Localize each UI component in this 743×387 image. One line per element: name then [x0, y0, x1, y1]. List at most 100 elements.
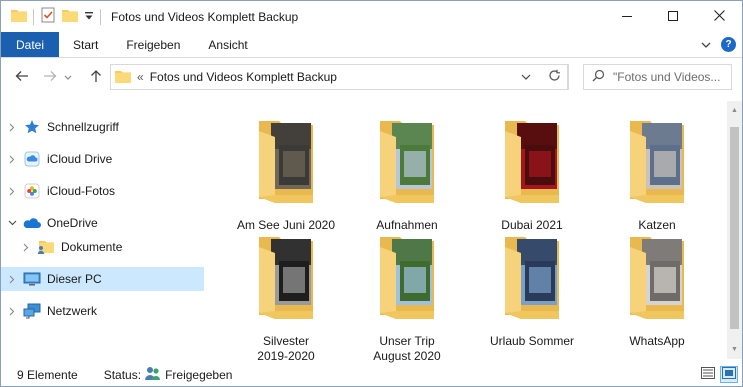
computer-icon — [23, 270, 41, 288]
folder-name: Silvester 2019-2020 — [228, 334, 344, 364]
vertical-scrollbar[interactable]: ▲ ▼ — [727, 101, 742, 359]
forward-button[interactable] — [37, 64, 63, 90]
folder-tile[interactable]: Unser Trip August 2020 — [349, 231, 465, 363]
folder-name-line: Unser Trip — [379, 334, 435, 348]
folder-thumbnail-icon — [503, 231, 561, 319]
window-controls — [604, 1, 742, 32]
address-dropdown-button[interactable] — [515, 65, 537, 89]
refresh-button[interactable] — [541, 64, 569, 90]
arrow-right-icon — [43, 70, 57, 85]
navigation-pane: Schnellzugriff iCloud Drive iCloud-Fotos — [1, 101, 204, 359]
chevron-down-icon — [521, 70, 531, 84]
folder-thumbnail-icon — [503, 115, 561, 203]
folder-tile[interactable]: Aufnahmen — [349, 115, 465, 235]
expand-ribbon-icon[interactable] — [701, 38, 711, 52]
onedrive-icon — [23, 214, 41, 232]
breadcrumb-overflow[interactable]: « — [137, 70, 144, 84]
properties-checkmark-icon[interactable] — [40, 7, 56, 26]
shared-users-icon — [144, 366, 162, 383]
folder-name-line: 2019-2020 — [257, 349, 315, 363]
nav-item-schnellzugriff[interactable]: Schnellzugriff — [1, 115, 204, 139]
folder-tile[interactable]: Urlaub Sommer — [474, 231, 590, 351]
folder-tile[interactable]: Katzen — [599, 115, 715, 235]
tab-datei[interactable]: Datei — [1, 32, 59, 57]
icloud-photos-icon — [23, 182, 41, 200]
folder-tile[interactable]: Am See Juni 2020 — [228, 115, 344, 235]
view-switcher — [699, 366, 738, 383]
close-button[interactable] — [696, 1, 742, 32]
scroll-up-icon[interactable]: ▲ — [727, 103, 742, 118]
chevron-right-icon[interactable] — [15, 243, 37, 252]
folder-thumbnail-icon — [257, 115, 315, 203]
status-value: Freigegeben — [165, 367, 233, 382]
nav-item-label: Dieser PC — [47, 272, 102, 286]
folder-tile[interactable]: Dubai 2021 — [474, 115, 590, 235]
folder-icon[interactable] — [11, 8, 27, 25]
nav-item-dokumente[interactable]: Dokumente — [1, 235, 204, 259]
search-icon — [592, 69, 605, 85]
chevron-right-icon[interactable] — [1, 123, 23, 132]
breadcrumb: « Fotos und Videos Komplett Backup — [111, 69, 337, 86]
status-label: Status: — [103, 367, 142, 382]
folder-tile[interactable]: WhatsApp — [599, 231, 715, 351]
folder-name: WhatsApp — [629, 334, 685, 348]
status-bar: 9 Elemente Status: Freigegeben — [1, 363, 742, 386]
tab-ansicht[interactable]: Ansicht — [194, 32, 261, 57]
arrow-left-icon — [15, 70, 29, 85]
tab-start[interactable]: Start — [59, 32, 112, 57]
scroll-down-icon[interactable]: ▼ — [727, 342, 742, 357]
explorer-window: Fotos und Videos Komplett Backup Datei S… — [0, 0, 743, 387]
title-bar: Fotos und Videos Komplett Backup — [1, 1, 742, 32]
large-icons-view-button[interactable] — [720, 366, 738, 383]
file-view: Am See Juni 2020 Aufnahmen Dubai 2021 Katze… — [206, 101, 726, 363]
chevron-down-icon — [64, 70, 72, 84]
nav-item-netzwerk[interactable]: Netzwerk — [1, 299, 204, 323]
folder-name-line: Silvester — [262, 334, 309, 348]
chevron-right-icon[interactable] — [1, 155, 23, 164]
folder-name: Urlaub Sommer — [489, 334, 575, 348]
details-view-button[interactable] — [699, 366, 717, 383]
minimize-icon — [622, 10, 632, 24]
chevron-down-icon[interactable] — [1, 220, 23, 226]
chevron-right-icon[interactable] — [1, 275, 23, 284]
breadcrumb-current[interactable]: Fotos und Videos Komplett Backup — [150, 70, 337, 84]
large-icons-view-icon — [722, 367, 736, 382]
maximize-button[interactable] — [650, 1, 696, 32]
star-icon — [23, 118, 41, 136]
folder-icon — [115, 69, 131, 86]
help-icon[interactable]: ? — [721, 37, 736, 52]
customize-dropdown-icon[interactable] — [84, 10, 94, 24]
icloud-icon — [23, 150, 41, 168]
shared-folder-icon — [37, 238, 55, 256]
address-bar[interactable]: « Fotos und Videos Komplett Backup — [110, 64, 568, 90]
nav-item-icloud-fotos[interactable]: iCloud-Fotos — [1, 179, 204, 203]
search-placeholder: "Fotos und Videos... — [613, 70, 721, 84]
up-button[interactable] — [83, 64, 109, 90]
recent-dropdown-button[interactable] — [61, 64, 75, 90]
nav-item-label: OneDrive — [47, 216, 98, 230]
details-view-icon — [701, 367, 715, 382]
tab-freigeben[interactable]: Freigeben — [112, 32, 194, 57]
network-icon — [23, 302, 41, 320]
window-title: Fotos und Videos Komplett Backup — [111, 9, 299, 24]
nav-item-label: iCloud-Fotos — [47, 184, 116, 198]
nav-item-onedrive[interactable]: OneDrive — [1, 211, 204, 235]
folder-thumbnail-icon — [628, 115, 686, 203]
minimize-button[interactable] — [604, 1, 650, 32]
nav-item-label: Dokumente — [61, 240, 123, 254]
sharing-status: Status: Freigegeben — [103, 366, 233, 383]
nav-item-label: Netzwerk — [47, 304, 98, 318]
search-input[interactable]: "Fotos und Videos... — [583, 64, 732, 90]
back-button[interactable] — [9, 64, 35, 90]
nav-item-icloud-drive[interactable]: iCloud Drive — [1, 147, 204, 171]
nav-item-dieser-pc[interactable]: Dieser PC — [1, 267, 204, 291]
chevron-right-icon[interactable] — [1, 307, 23, 316]
folder-name-line: August 2020 — [373, 349, 441, 363]
new-folder-icon[interactable] — [62, 8, 78, 25]
folder-tile[interactable]: Silvester 2019-2020 — [228, 231, 344, 363]
ribbon-right: ? — [701, 32, 742, 57]
scrollbar-thumb[interactable] — [730, 127, 739, 329]
ribbon-tabs: Datei Start Freigeben Ansicht ? — [1, 32, 742, 58]
chevron-right-icon[interactable] — [1, 187, 23, 196]
maximize-icon — [668, 10, 678, 24]
